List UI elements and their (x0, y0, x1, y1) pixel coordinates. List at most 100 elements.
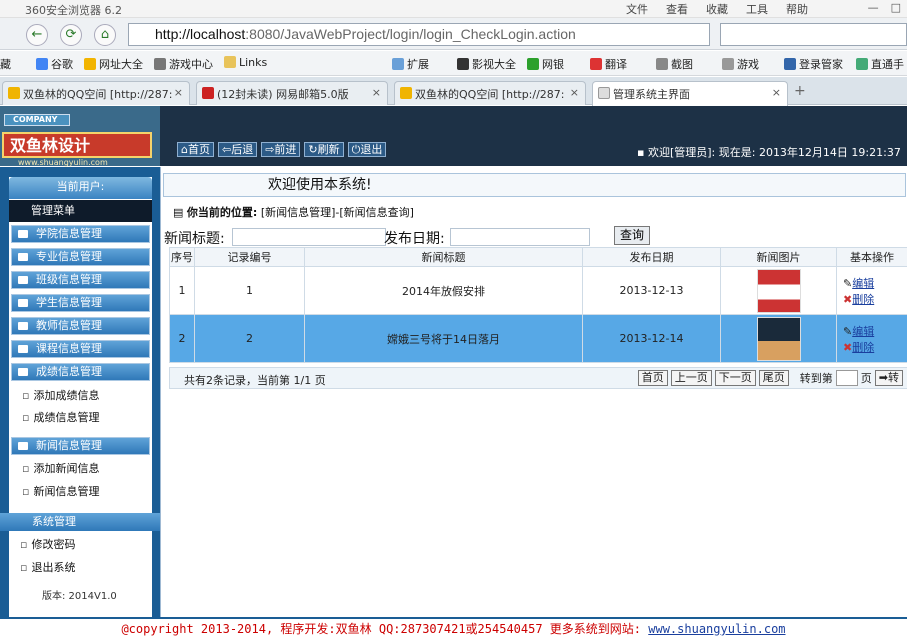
sidebar-item-class[interactable]: 班级信息管理 (11, 271, 150, 289)
url-input[interactable]: http://localhost:8080/JavaWebProject/log… (128, 23, 710, 46)
bookmark-item[interactable]: 截图 (656, 56, 693, 72)
window-controls: — □ (868, 1, 901, 14)
news-image-cell (720, 266, 837, 315)
website-link[interactable]: www.shuangyulin.com (648, 622, 785, 636)
company-badge: COMPANY (4, 114, 70, 126)
news-title-input[interactable] (232, 228, 386, 246)
extension-icon (392, 58, 404, 70)
browser-search-input[interactable] (720, 23, 907, 46)
menu-favorites[interactable]: 收藏 (706, 1, 728, 17)
edit-icon[interactable]: ✎ (843, 325, 852, 338)
sidebar-item-score[interactable]: 成绩信息管理 (11, 363, 150, 381)
sidebar-item-student[interactable]: 学生信息管理 (11, 294, 150, 312)
back-button[interactable]: ⇦后退 (217, 142, 258, 157)
sidebar-item-system[interactable]: 系统管理 (0, 513, 160, 531)
page-number-input[interactable] (835, 370, 858, 386)
url-path: :8080/JavaWebProject/login/login_CheckLo… (245, 26, 576, 42)
bookmark-item[interactable]: 扩展 (392, 56, 429, 72)
bookmark-item[interactable]: 游戏 (722, 56, 759, 72)
menu-help[interactable]: 帮助 (786, 1, 808, 17)
page-icon (598, 87, 610, 99)
close-icon[interactable]: × (372, 86, 381, 99)
bookmark-item[interactable]: 谷歌 (36, 56, 73, 72)
publish-date-input[interactable] (450, 228, 590, 246)
tab-qq-space-1[interactable]: 双鱼林的QQ空间 [http://287: × (2, 81, 190, 105)
sidebar-sub-add-score[interactable]: 添加成绩信息 (22, 387, 99, 403)
home-icon[interactable]: ⌂ (94, 24, 116, 46)
bookmark-item[interactable]: 游戏中心 (154, 56, 213, 72)
prev-page-button[interactable]: 上一页 (670, 370, 712, 386)
search-button[interactable]: 查询 (614, 226, 650, 245)
goto-button[interactable]: ➡转 (874, 370, 903, 386)
column-header: 新闻图片 (720, 247, 837, 267)
bookmark-item[interactable]: 网银 (527, 56, 564, 72)
delete-link[interactable]: 删除 (852, 341, 874, 354)
column-header: 基本操作 (836, 247, 907, 267)
gamepad-icon (154, 58, 166, 70)
news-image[interactable] (756, 316, 801, 361)
refresh-icon[interactable]: ⟳ (60, 24, 82, 46)
publish-date: 2013-12-14 (582, 314, 721, 363)
record-id: 2 (194, 314, 305, 363)
bookmark-item[interactable]: 翻译 (590, 56, 627, 72)
minimize-icon[interactable]: — (868, 1, 879, 14)
close-icon[interactable]: × (570, 86, 579, 99)
column-header: 记录编号 (194, 247, 305, 267)
last-page-button[interactable]: 尾页 (758, 370, 789, 386)
bookmark-item[interactable]: 网址大全 (84, 56, 143, 72)
home-icon: ⌂ (181, 143, 188, 156)
tab-mail[interactable]: (12封未读) 网易邮箱5.0版 × (196, 81, 388, 105)
refresh-button[interactable]: ↻刷新 (304, 142, 344, 157)
current-user: 当前用户: (9, 177, 152, 199)
sidebar-item-news[interactable]: 新闻信息管理 (11, 437, 150, 455)
home-button[interactable]: ⌂首页 (177, 142, 214, 157)
new-tab-icon[interactable]: + (794, 83, 806, 99)
maximize-icon[interactable]: □ (891, 1, 901, 14)
tab-main-interface[interactable]: 管理系统主界面 × (592, 81, 788, 106)
menu-file[interactable]: 文件 (626, 1, 648, 17)
sidebar: 当前用户: 管理菜单 学院信息管理 专业信息管理 班级信息管理 学生信息管理 教… (0, 167, 160, 617)
sidebar-item-major[interactable]: 专业信息管理 (11, 248, 150, 266)
tab-qq-space-2[interactable]: 双鱼林的QQ空间 [http://287: × (394, 81, 586, 105)
star-icon (400, 87, 412, 99)
first-page-button[interactable]: 首页 (637, 370, 668, 386)
edit-icon[interactable]: ✎ (843, 277, 852, 290)
sidebar-sub-logout[interactable]: 退出系统 (20, 559, 75, 575)
forward-button[interactable]: ⇨前进 (261, 142, 301, 157)
edit-link[interactable]: 编辑 (852, 325, 874, 338)
delete-icon[interactable]: ✖ (843, 341, 852, 354)
back-arrow-icon[interactable]: ← (26, 24, 48, 46)
bookmark-item[interactable]: 影视大全 (457, 56, 516, 72)
main-content: 欢迎使用本系统! ▤ 你当前的位置: [新闻信息管理]-[新闻信息查询] 新闻标… (160, 167, 907, 617)
bookmark-item[interactable]: Links (224, 56, 267, 69)
bank-icon (527, 58, 539, 70)
news-image[interactable] (756, 268, 801, 313)
sidebar-sub-score-manage[interactable]: 成绩信息管理 (22, 409, 99, 425)
publish-date: 2013-12-13 (582, 266, 721, 315)
google-icon (36, 58, 48, 70)
close-icon[interactable]: × (772, 86, 781, 99)
logo-url: www.shuangyulin.com (18, 158, 108, 167)
sidebar-sub-news-manage[interactable]: 新闻信息管理 (22, 483, 99, 499)
menu-view[interactable]: 查看 (666, 1, 688, 17)
bookmark-item[interactable]: 直通手 (856, 56, 904, 72)
table-row[interactable]: 2 2 嫦娥三号将于14日落月 2013-12-14 ✎编辑 ✖删除 (169, 314, 907, 363)
next-page-button[interactable]: 下一页 (714, 370, 756, 386)
logout-button[interactable]: ⏻退出 (347, 142, 387, 157)
delete-icon[interactable]: ✖ (843, 293, 852, 306)
browser-title: 360安全浏览器 6.2 (25, 4, 122, 17)
delete-link[interactable]: 删除 (852, 293, 874, 306)
menu-tools[interactable]: 工具 (746, 1, 768, 17)
folder-icon (224, 56, 236, 68)
bookmark-item[interactable]: 登录管家 (784, 56, 843, 72)
sidebar-sub-add-news[interactable]: 添加新闻信息 (22, 460, 99, 476)
close-icon[interactable]: × (174, 86, 183, 99)
edit-link[interactable]: 编辑 (852, 277, 874, 290)
table-row[interactable]: 1 1 2014年放假安排 2013-12-13 ✎编辑 ✖删除 (169, 266, 907, 315)
sidebar-item-teacher[interactable]: 教师信息管理 (11, 317, 150, 335)
bookmark-item[interactable]: 藏 (0, 56, 11, 72)
sidebar-item-course[interactable]: 课程信息管理 (11, 340, 150, 358)
browser-titlebar: 360安全浏览器 6.2 文件 查看 收藏 工具 帮助 — □ (0, 0, 907, 18)
sidebar-sub-change-password[interactable]: 修改密码 (20, 536, 75, 552)
sidebar-item-college[interactable]: 学院信息管理 (11, 225, 150, 243)
